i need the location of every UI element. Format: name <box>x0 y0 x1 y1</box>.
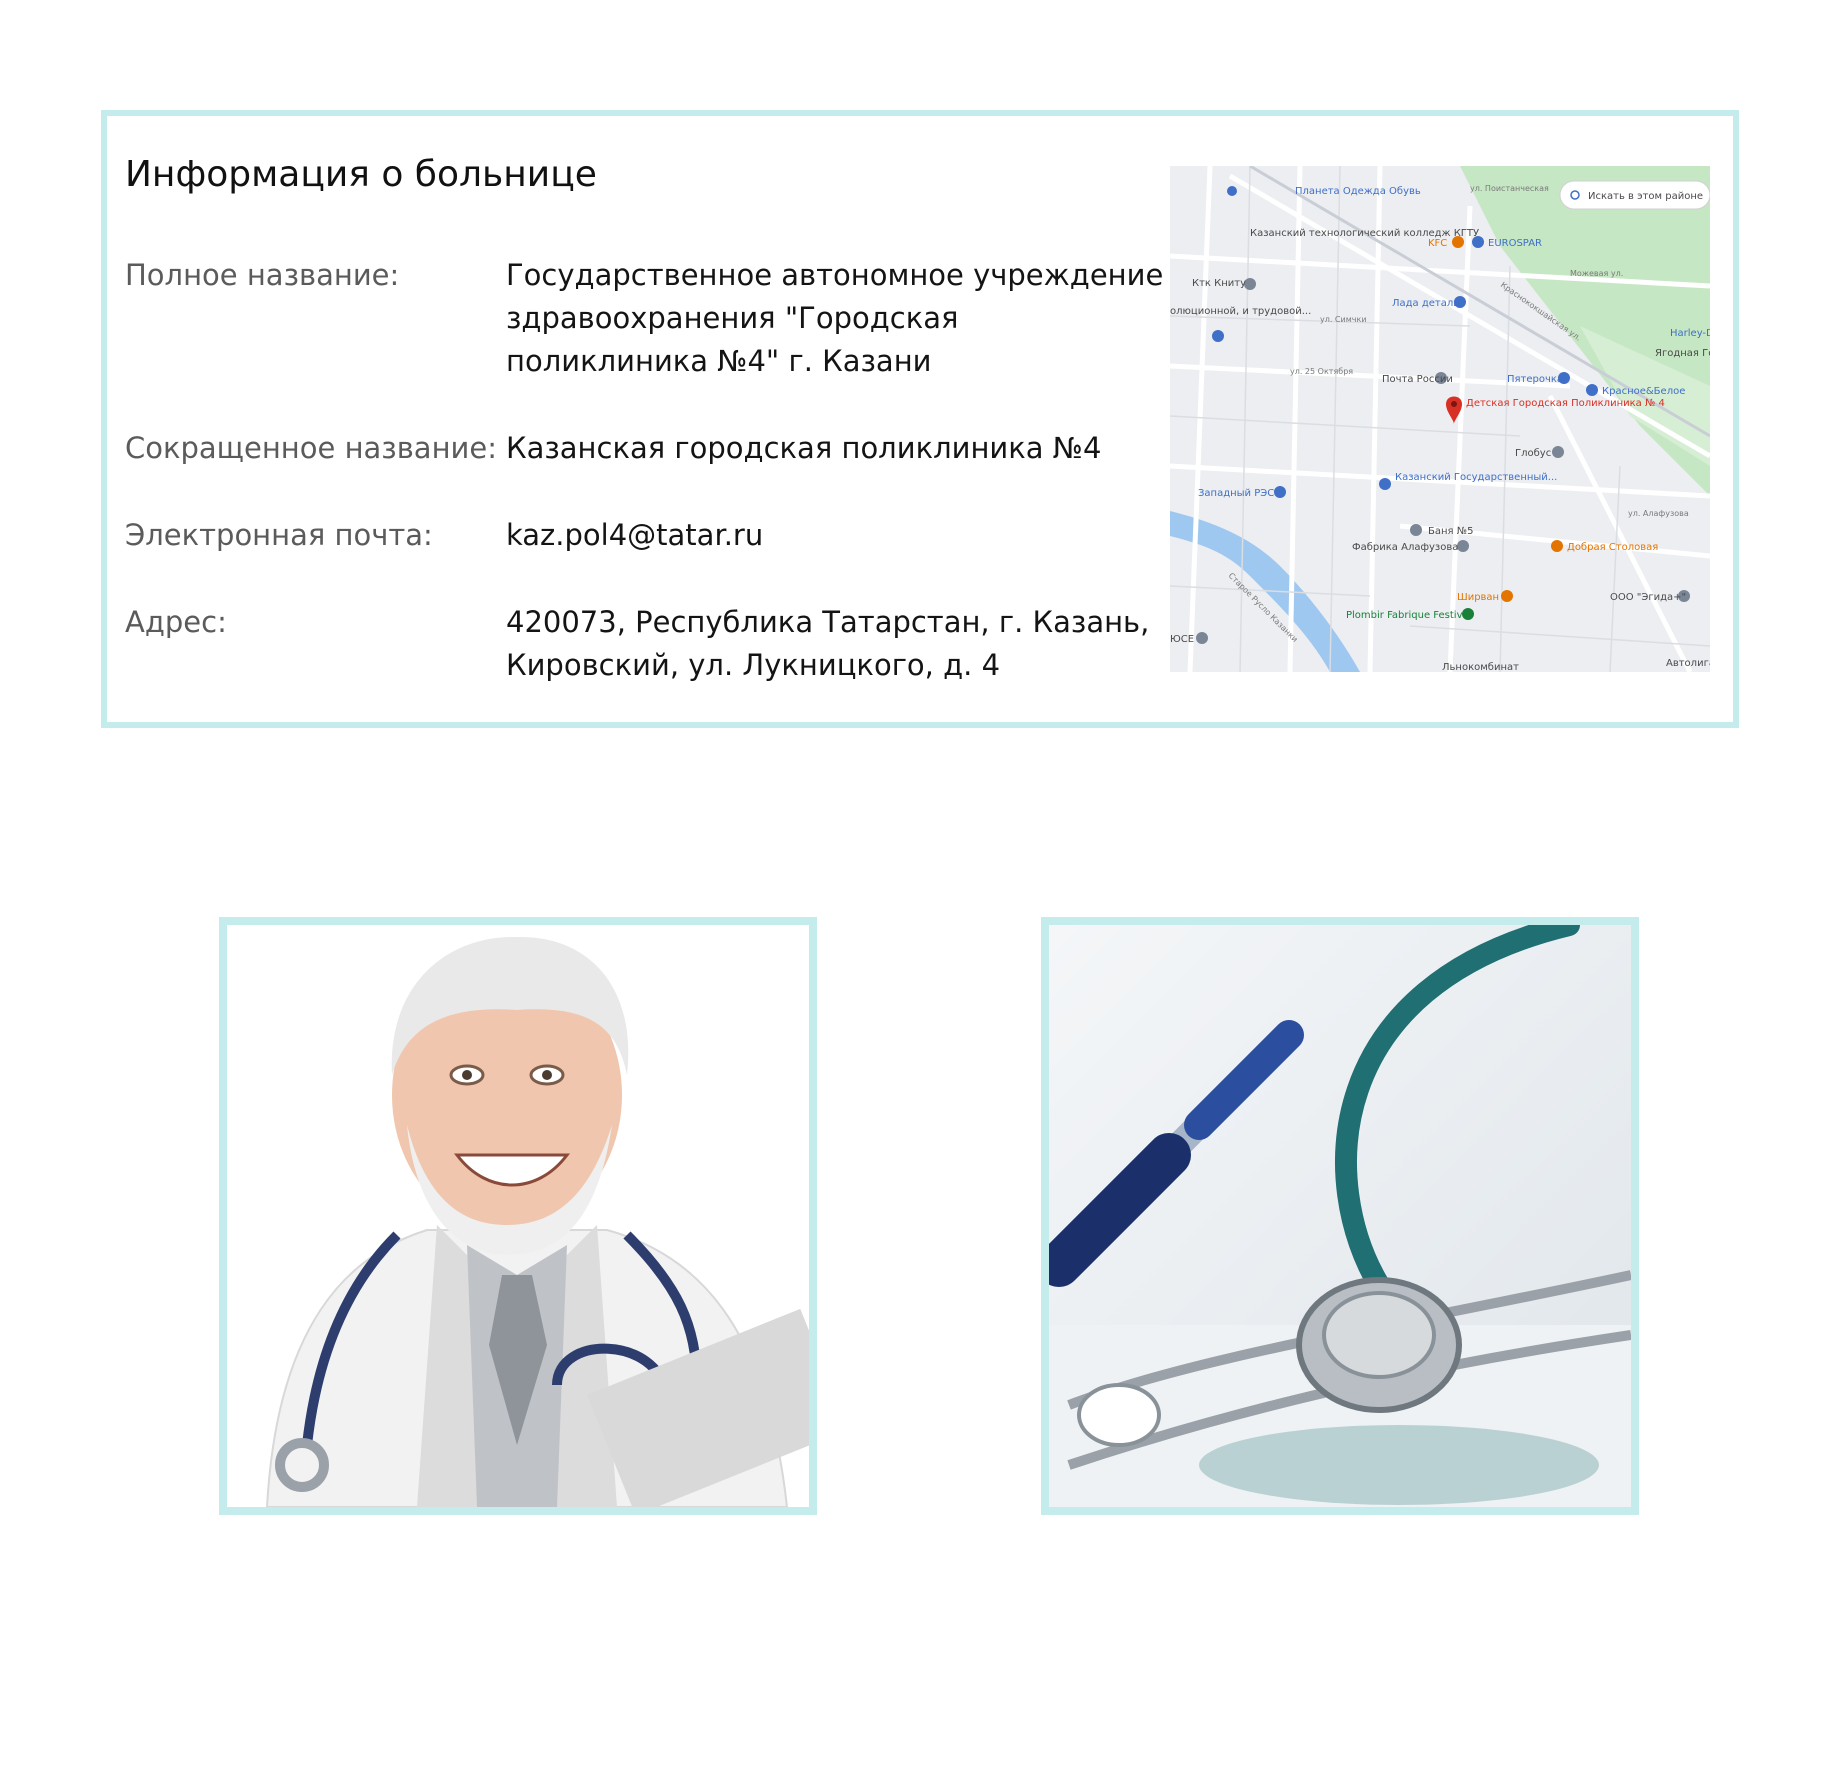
email-value[interactable]: kaz.pol4@tatar.ru <box>506 514 1166 557</box>
svg-text:Казанский Государственный...: Казанский Государственный... <box>1395 472 1557 483</box>
map-canvas[interactable]: Искать в этом районе Планета Одежда Обув… <box>1170 166 1710 672</box>
stethoscope-illustration <box>1049 925 1631 1507</box>
svg-text:KFC: KFC <box>1428 238 1447 249</box>
svg-text:Можевая ул.: Можевая ул. <box>1570 269 1623 278</box>
search-area-button[interactable]: Искать в этом районе <box>1559 180 1710 210</box>
full-name-label: Полное название: <box>125 258 400 292</box>
svg-text:Западный РЭС: Западный РЭС <box>1198 488 1274 499</box>
svg-text:Plombir Fabrique Festival: Plombir Fabrique Festival <box>1346 610 1471 621</box>
svg-text:ул. 25 Октября: ул. 25 Октября <box>1290 367 1353 376</box>
svg-text:Детская Городская Поликлиника: Детская Городская Поликлиника № 4 <box>1466 398 1665 409</box>
svg-text:Баня №5: Баня №5 <box>1428 526 1473 537</box>
svg-text:Красное&Белое: Красное&Белое <box>1602 386 1685 397</box>
short-name-value: Казанская городская поликлиника №4 <box>506 431 1102 465</box>
svg-text:Глобус: Глобус <box>1515 448 1551 459</box>
email-label: Электронная почта: <box>125 518 433 552</box>
svg-text:Ширван: Ширван <box>1457 592 1499 603</box>
doctor-photo <box>219 917 817 1515</box>
address-label: Адрес: <box>125 605 227 639</box>
doctor-illustration <box>227 925 809 1507</box>
svg-text:ул. Алафузова: ул. Алафузова <box>1628 509 1689 518</box>
svg-text:Лада деталь: Лада деталь <box>1392 298 1459 309</box>
svg-text:Планета Одежда Обувь: Планета Одежда Обувь <box>1295 186 1421 197</box>
svg-text:ЮСЕ: ЮСЕ <box>1170 634 1194 645</box>
svg-text:ул. Симчки: ул. Симчки <box>1320 315 1367 324</box>
svg-text:олюционной, и трудовой...: олюционной, и трудовой... <box>1170 306 1311 317</box>
stethoscope-photo <box>1041 917 1639 1515</box>
svg-text:Ктк Книту: Ктк Книту <box>1192 278 1246 289</box>
svg-text:Добрая Столовая: Добрая Столовая <box>1567 542 1658 553</box>
svg-text:Автолига: Автолига <box>1666 658 1710 669</box>
search-area-label[interactable]: Искать в этом районе <box>1588 191 1703 202</box>
short-name-label: Сокращенное название: <box>125 431 498 465</box>
svg-text:Ягодная Гора Ж: Ягодная Гора Ж <box>1655 348 1710 359</box>
svg-text:Льнокомбинат: Льнокомбинат <box>1442 662 1519 672</box>
location-map[interactable]: Искать в этом районе Планета Одежда Обув… <box>1170 166 1710 672</box>
svg-text:Harley-Davids: Harley-Davids <box>1670 328 1710 339</box>
svg-text:ООО "Эгида+": ООО "Эгида+" <box>1610 592 1686 603</box>
svg-text:Фабрика Алафузова: Фабрика Алафузова <box>1352 542 1458 553</box>
svg-text:Почта России: Почта России <box>1382 374 1453 385</box>
hospital-info-card: Информация о больнице Полное название: Г… <box>101 110 1739 728</box>
svg-text:ул. Поистанческая: ул. Поистанческая <box>1470 184 1549 193</box>
full-name-value: Государственное автономное учреждение зд… <box>506 258 1164 378</box>
card-title: Информация о больнице <box>125 154 597 195</box>
svg-text:EUROSPAR: EUROSPAR <box>1488 238 1542 249</box>
address-value: 420073, Республика Татарстан, г. Казань,… <box>506 605 1150 682</box>
svg-text:Пятерочка: Пятерочка <box>1507 374 1563 385</box>
